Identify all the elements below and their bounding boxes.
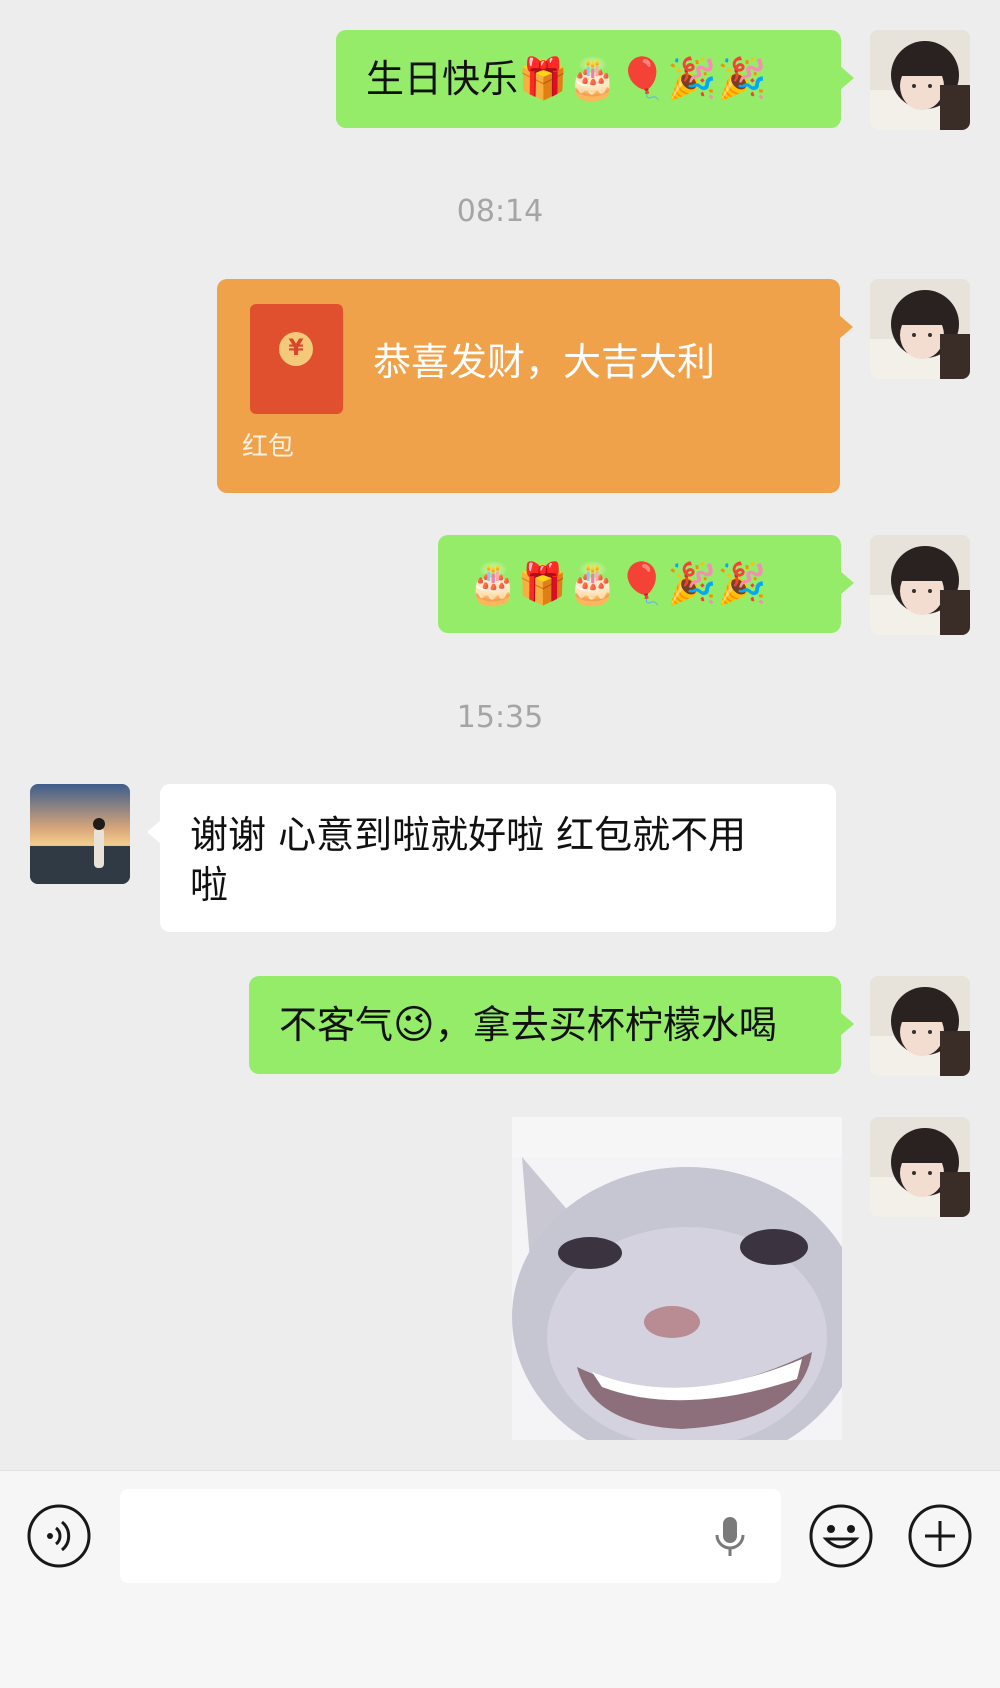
my-avatar[interactable] (870, 279, 970, 379)
message-text-line1: 谢谢 心意到啦就好啦 红包就不用 (190, 813, 747, 857)
my-avatar[interactable] (870, 1117, 970, 1217)
message-text: 不客气 (279, 1003, 394, 1047)
my-avatar[interactable] (870, 30, 970, 130)
chat-area: 生日快乐🎁🎂🎈🎉🎉 08:14 ¥ 恭喜发财，大吉大利 红包 🎂🎁🎂🎈🎉🎉 15… (0, 0, 1000, 1470)
wink-emoji: 😉 (393, 1002, 435, 1048)
message-text: 生日快乐 (366, 57, 519, 101)
my-avatar[interactable] (870, 535, 970, 635)
message-input-box[interactable] (120, 1489, 781, 1583)
emoji-group: 🎂🎁🎂🎈🎉🎉 (468, 561, 767, 607)
cat-sticker[interactable] (512, 1117, 842, 1440)
timestamp: 08:14 (456, 194, 544, 229)
message-bubble[interactable]: 不客气😉，拿去买杯柠檬水喝 (249, 976, 854, 1074)
emoji-icon[interactable] (808, 1503, 874, 1569)
timestamp: 15:35 (456, 700, 544, 735)
coin-icon: ¥ (279, 332, 313, 366)
message-input[interactable] (138, 1509, 702, 1565)
message-text-line2: 啦 (190, 863, 229, 907)
my-avatar[interactable] (870, 976, 970, 1076)
message-bubble[interactable]: 🎂🎁🎂🎈🎉🎉 (438, 535, 854, 633)
message-text-rest: ，拿去买杯柠檬水喝 (434, 1003, 777, 1047)
red-packet-icon: ¥ (250, 304, 343, 414)
plus-icon[interactable] (907, 1503, 973, 1569)
message-bubble[interactable]: 谢谢 心意到啦就好啦 红包就不用 啦 (147, 784, 836, 932)
red-packet-card[interactable]: ¥ 恭喜发财，大吉大利 红包 (217, 279, 853, 493)
red-packet-title: 恭喜发财，大吉大利 (373, 340, 716, 384)
microphone-icon[interactable] (705, 1511, 755, 1561)
voice-icon[interactable] (26, 1503, 92, 1569)
input-bar (0, 1470, 1000, 1688)
emoji-group: 🎁🎂🎈🎉🎉 (518, 56, 768, 102)
red-packet-label: 红包 (242, 432, 295, 462)
message-bubble[interactable]: 生日快乐🎁🎂🎈🎉🎉 (336, 30, 854, 128)
contact-avatar[interactable] (30, 784, 130, 884)
